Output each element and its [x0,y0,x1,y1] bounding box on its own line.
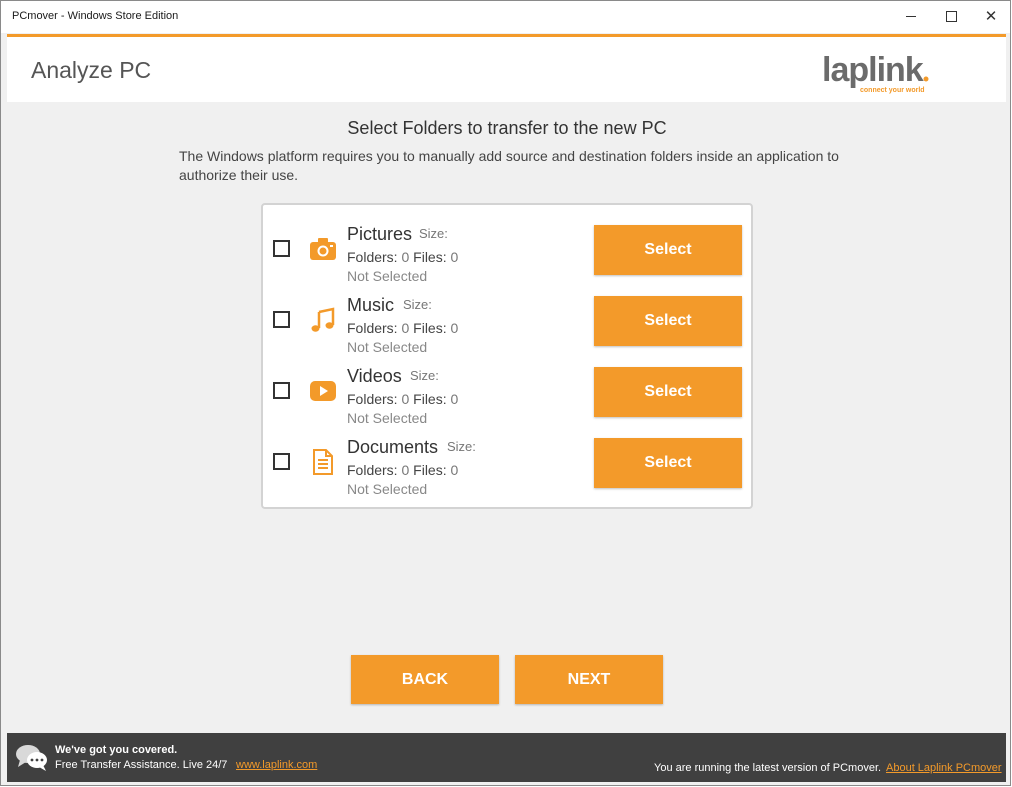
folder-counts: Folders: 0 Files: 0 [347,462,458,478]
folder-counts: Folders: 0 Files: 0 [347,391,458,407]
section-description: The Windows platform requires you to man… [179,148,839,183]
folder-name: Music [347,295,395,315]
folder-row-documents: Documents Size: Folders: 0 Files: 0 Not … [263,418,751,497]
folder-name: Videos [347,366,402,386]
page-title: Analyze PC [31,57,152,83]
folders-count: 0 [401,249,410,265]
videos-checkbox[interactable] [273,382,290,399]
folders-label: Folders: [347,249,398,265]
folder-counts: Folders: 0 Files: 0 [347,320,458,336]
svg-text:connect your world: connect your world [860,87,925,94]
folders-count: 0 [401,320,410,336]
folder-size-label: Size: [447,439,476,454]
files-label: Files: [413,249,447,265]
assistance-text: Free Transfer Assistance. Live 24/7 [55,759,228,771]
svg-text:laplink: laplink [822,51,924,89]
laplink-logo-mark: laplink connect your world [822,51,929,94]
files-count: 0 [450,462,459,478]
select-pictures-button[interactable]: Select [594,225,742,275]
files-label: Files: [413,320,447,336]
about-link[interactable]: About Laplink PCmover [886,762,1002,774]
footer-bar: We've got you covered. Free Transfer Ass… [7,733,1006,782]
folder-row-pictures: Pictures Size: Folders: 0 Files: 0 Not S… [263,205,751,284]
music-note-icon [311,307,335,332]
maximize-button[interactable] [931,1,971,31]
select-music-button[interactable]: Select [594,296,742,346]
document-icon [313,449,333,475]
play-icon [310,381,336,401]
select-videos-button[interactable]: Select [594,367,742,417]
folders-count: 0 [401,462,410,478]
files-label: Files: [413,462,447,478]
folders-label: Folders: [347,391,398,407]
folder-list-panel: Pictures Size: Folders: 0 Files: 0 Not S… [261,203,753,509]
folders-label: Folders: [347,462,398,478]
folder-row-videos: Videos Size: Folders: 0 Files: 0 Not Sel… [263,347,751,426]
page-header: Analyze PC laplink connect your world [7,34,1006,102]
title-bar: PCmover - Windows Store Edition ✕ [1,1,1010,33]
folder-status: Not Selected [347,481,428,497]
app-window: PCmover - Windows Store Edition ✕ Analyz… [0,0,1011,786]
next-button[interactable]: NEXT [515,655,663,704]
window-title: PCmover - Windows Store Edition [12,10,179,22]
section-heading: Select Folders to transfer to the new PC [347,118,667,138]
pictures-checkbox[interactable] [273,240,290,257]
files-count: 0 [450,320,459,336]
music-checkbox[interactable] [273,311,290,328]
folders-count: 0 [401,391,410,407]
folders-label: Folders: [347,320,398,336]
chat-bubbles-icon [16,745,47,771]
close-icon: ✕ [984,8,998,25]
folder-row-music: Music Size: Folders: 0 Files: 0 Not Sele… [263,276,751,355]
maximize-icon [945,10,957,22]
camera-icon [310,238,336,260]
laplink-logo: laplink connect your world [822,51,932,95]
close-button[interactable]: ✕ [971,1,1011,31]
files-count: 0 [450,391,459,407]
laplink-website-link[interactable]: www.laplink.com [236,759,317,771]
folder-size-label: Size: [419,226,448,241]
folder-size-label: Size: [403,297,432,312]
version-status: You are running the latest version of PC… [654,762,882,774]
covered-text: We've got you covered. [55,744,178,756]
files-label: Files: [413,391,447,407]
documents-checkbox[interactable] [273,453,290,470]
minimize-button[interactable] [891,1,931,31]
folder-counts: Folders: 0 Files: 0 [347,249,458,265]
folder-name: Pictures [347,224,413,244]
minimize-icon [906,15,916,17]
folder-size-label: Size: [410,368,439,383]
folder-name: Documents [347,437,439,457]
back-button[interactable]: BACK [351,655,499,704]
files-count: 0 [450,249,459,265]
select-documents-button[interactable]: Select [594,438,742,488]
